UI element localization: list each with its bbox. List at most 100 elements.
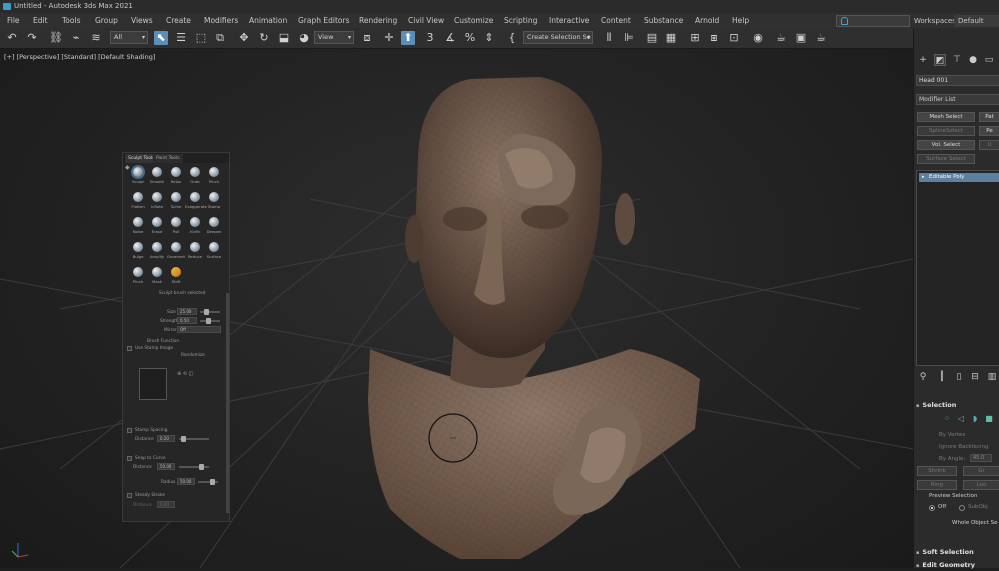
pivot-center-icon[interactable]: ⧈ — [360, 31, 374, 45]
render-setup-icon[interactable]: ☕ — [774, 31, 788, 45]
menu-animation[interactable]: Animation — [249, 13, 287, 28]
brush-deepen[interactable]: Deepen — [206, 217, 222, 239]
distance-slider[interactable] — [179, 436, 209, 442]
perspective-viewport[interactable]: [+] [Perspective] [Standard] [Default Sh… — [0, 49, 913, 568]
unlink-icon[interactable]: ⌁ — [69, 31, 83, 45]
by-angle-field[interactable]: 45.0 — [970, 454, 992, 462]
snap-distance-slider[interactable] — [179, 464, 209, 470]
percent-snap-icon[interactable]: % — [463, 31, 477, 45]
uvw-button[interactable]: U — [979, 140, 999, 150]
link-icon[interactable]: ⛓ — [49, 31, 63, 45]
vertex-mode-icon[interactable]: ⁘ — [942, 414, 952, 424]
select-object-icon[interactable]: ⬉ — [154, 31, 168, 45]
soft-selection-rollout-header[interactable]: Soft Selection — [916, 547, 973, 557]
by-angle-label[interactable]: By Angle: — [939, 456, 965, 462]
preview-subobj-radio[interactable] — [959, 505, 965, 511]
render-production-icon[interactable]: ☕ — [814, 31, 828, 45]
menu-group[interactable]: Group — [95, 13, 118, 28]
border-mode-icon[interactable]: ◗ — [970, 414, 980, 424]
brush-relax[interactable]: Relax — [168, 167, 184, 189]
menu-scripting[interactable]: Scripting — [504, 13, 537, 28]
hierarchy-tab-icon[interactable]: ⊤ — [951, 54, 963, 66]
user-account-dropdown[interactable] — [836, 15, 910, 27]
rotate-icon[interactable]: ↻ — [257, 31, 271, 45]
remove-modifier-icon[interactable]: ⊟ — [969, 371, 981, 383]
bind-spacewarp-icon[interactable]: ≋ — [89, 31, 103, 45]
grow-button[interactable]: Gr — [963, 466, 999, 476]
brush-pinch-2[interactable]: Pinch — [130, 267, 146, 289]
menu-customize[interactable]: Customize — [454, 13, 493, 28]
brush-sculpt[interactable]: Sculpt — [130, 167, 146, 189]
menu-content[interactable]: Content — [601, 13, 631, 28]
menu-substance[interactable]: Substance — [644, 13, 683, 28]
distance-field[interactable]: 0.20 — [157, 435, 175, 442]
stamp-image-preview[interactable] — [139, 368, 167, 400]
material-editor-icon[interactable]: ◉ — [751, 31, 765, 45]
create-tab-icon[interactable]: + — [917, 54, 929, 66]
menu-views[interactable]: Views — [131, 13, 153, 28]
use-stamp-checkbox[interactable] — [127, 346, 132, 351]
brush-inflate[interactable]: Inflate — [149, 192, 165, 214]
brush-amplify[interactable]: Amplify — [149, 242, 165, 264]
redo-icon[interactable]: ↷ — [25, 31, 39, 45]
object-name-field[interactable]: Head 001 — [916, 75, 999, 86]
expand-icon[interactable]: ▸ — [922, 173, 925, 182]
shrink-button[interactable]: Shrink — [917, 466, 957, 476]
undo-icon[interactable]: ↶ — [5, 31, 19, 45]
configure-sets-icon[interactable]: ▥ — [986, 371, 998, 383]
poly-select-button[interactable]: Pe — [979, 126, 999, 136]
menu-interactive[interactable]: Interactive — [549, 13, 589, 28]
motion-tab-icon[interactable]: ● — [967, 54, 979, 66]
keyboard-shortcut-override-icon[interactable]: ⬆ — [401, 31, 415, 45]
scale-icon[interactable]: ⬓ — [277, 31, 291, 45]
reference-coordinate-dropdown[interactable]: View — [314, 31, 354, 44]
stack-item-editable-poly[interactable]: ▸ Editable Poly — [919, 173, 999, 182]
brush-grommet[interactable]: Grommet — [167, 242, 185, 264]
selection-rollout-header[interactable]: Selection — [916, 400, 956, 410]
selection-filter-dropdown[interactable]: All — [110, 31, 148, 44]
brush-reduce[interactable]: Reduce — [187, 242, 203, 264]
modifier-list-dropdown[interactable]: Modifier List — [916, 94, 999, 105]
size-field[interactable]: 25.00 — [177, 308, 197, 315]
layer-explorer-icon[interactable]: ▤ — [645, 31, 659, 45]
mirror-dropdown[interactable]: Off — [177, 326, 221, 333]
brush-stamp[interactable]: Stamp — [206, 192, 222, 214]
brush-smooth[interactable]: Smooth — [149, 167, 165, 189]
menu-edit[interactable]: Edit — [33, 13, 48, 28]
menu-arnold[interactable]: Arnold — [695, 13, 719, 28]
curve-editor-icon[interactable]: ⧆ — [707, 31, 721, 45]
spinner-snap-icon[interactable]: ⇕ — [482, 31, 496, 45]
surface-select-button[interactable]: Surface Select — [917, 154, 975, 164]
brush-spine[interactable]: Spine — [168, 192, 184, 214]
menu-tools[interactable]: Tools — [62, 13, 80, 28]
brush-pull[interactable]: Pull — [168, 217, 184, 239]
menu-graph-editors[interactable]: Graph Editors — [298, 13, 350, 28]
move-icon[interactable]: ✥ — [237, 31, 251, 45]
brush-mask[interactable]: Mask — [149, 267, 165, 289]
stamp-controls-icon[interactable]: ⊕ ⟲ ◫ — [177, 371, 193, 377]
named-selection-set-dropdown[interactable]: Create Selection Se — [523, 31, 593, 44]
select-by-name-icon[interactable]: ☰ — [174, 31, 188, 45]
panel-scrollbar[interactable] — [226, 293, 229, 513]
rendered-frame-window-icon[interactable]: ▣ — [794, 31, 808, 45]
menu-civil-view[interactable]: Civil View — [408, 13, 444, 28]
mesh-select-button[interactable]: Mesh Select — [917, 112, 975, 122]
menu-help[interactable]: Help — [732, 13, 749, 28]
modify-tab-icon[interactable]: ◩ — [934, 54, 946, 66]
brush-exaggerate[interactable]: Exaggerate — [185, 192, 207, 214]
make-unique-icon[interactable]: ▯ — [953, 371, 965, 383]
menu-rendering[interactable]: Rendering — [359, 13, 397, 28]
workspaces-dropdown[interactable]: Default — [954, 15, 999, 27]
edit-geometry-rollout-header[interactable]: Edit Geometry — [916, 560, 975, 570]
edge-mode-icon[interactable]: ◁ — [956, 414, 966, 424]
menu-create[interactable]: Create — [166, 13, 191, 28]
brush-flatten[interactable]: Flatten — [130, 192, 146, 214]
brush-knife[interactable]: Knife — [187, 217, 203, 239]
brush-bulge[interactable]: Bulge — [130, 242, 146, 264]
pin-stack-icon[interactable]: ⚲ — [917, 371, 929, 383]
snap-radius-field[interactable]: 50.00 — [177, 478, 195, 485]
patch-select-button[interactable]: Pat — [979, 112, 999, 122]
tab-paint-tools[interactable]: Paint Tools — [153, 154, 183, 163]
snap-to-curve-checkbox[interactable] — [127, 456, 132, 461]
brush-grab[interactable]: Grab — [187, 167, 203, 189]
